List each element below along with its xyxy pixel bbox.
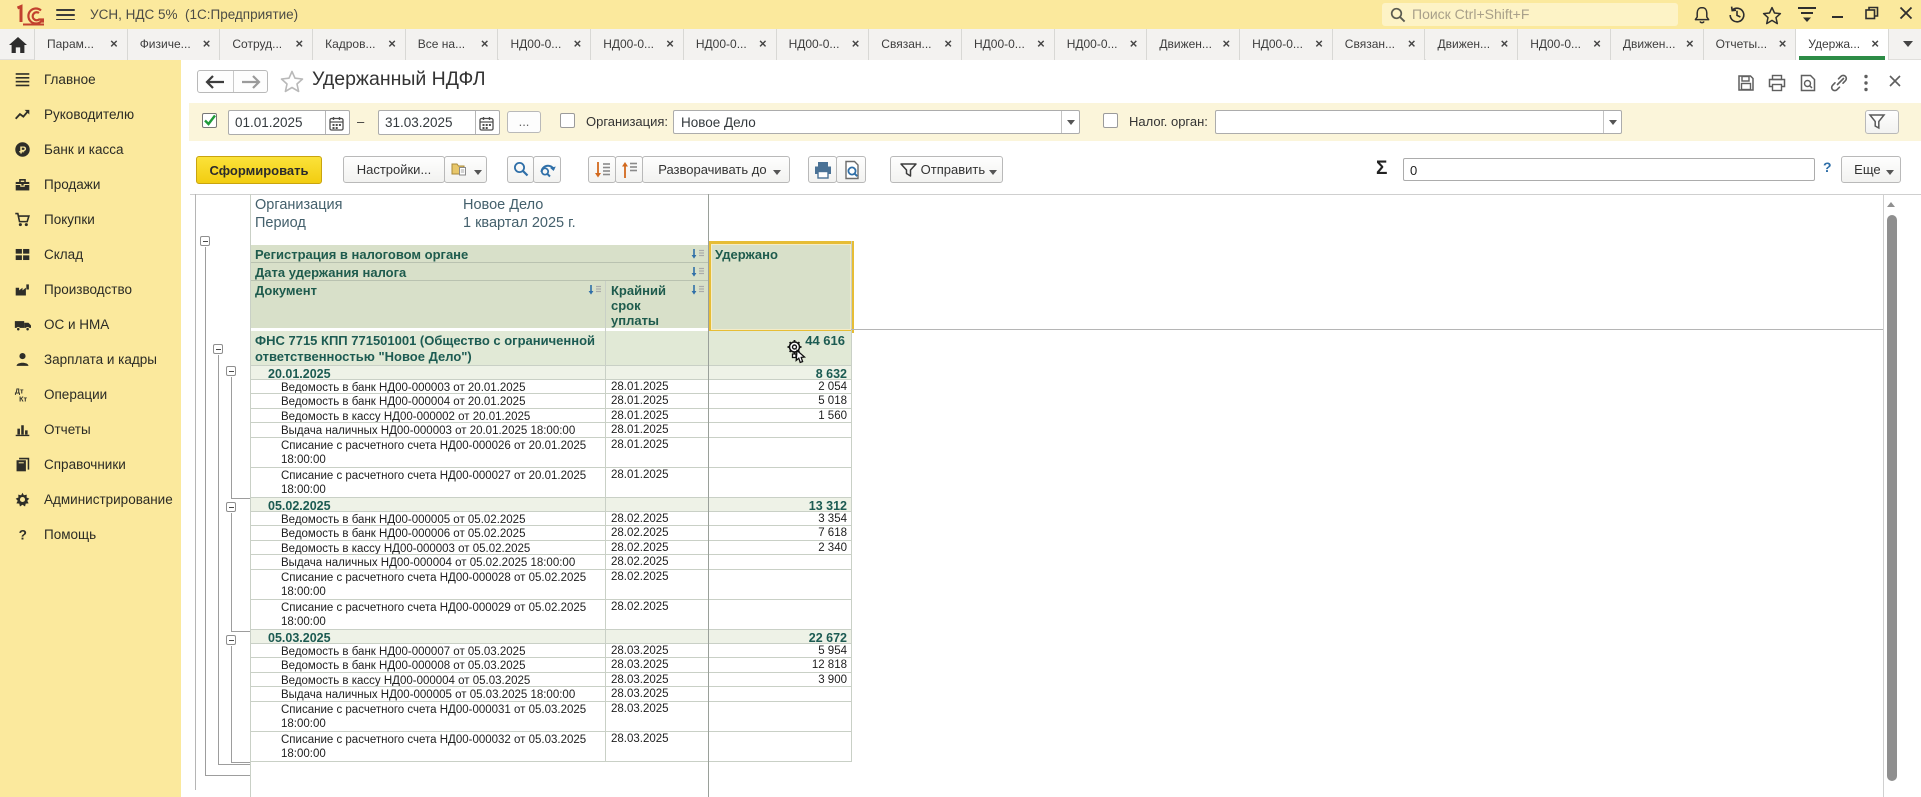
svg-text:P: P xyxy=(20,145,27,156)
svg-text:Кт: Кт xyxy=(19,394,27,403)
svg-text:?: ? xyxy=(19,528,27,543)
